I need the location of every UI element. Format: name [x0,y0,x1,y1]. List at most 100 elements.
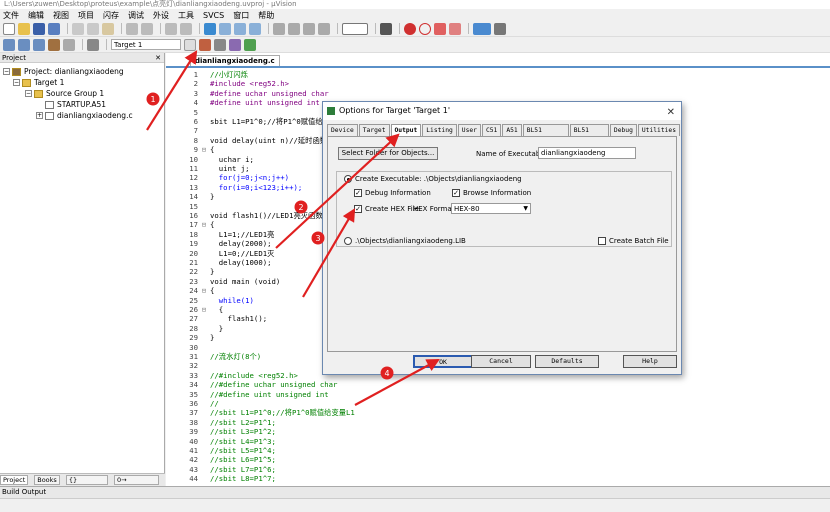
tab-project[interactable]: Project [0,475,29,485]
batch-build-icon[interactable] [48,38,60,51]
tab-user[interactable]: User [457,124,481,136]
pack-installer-icon[interactable] [244,38,256,51]
cut-icon[interactable] [72,22,84,35]
code-line[interactable]: 44 //sbit L8=P1^7; [166,474,276,483]
code-line[interactable]: 14} [166,192,214,201]
tab-utilities[interactable]: Utilities [637,124,680,136]
undo-icon[interactable] [126,22,138,35]
manage-project-icon[interactable] [199,38,211,51]
code-line[interactable]: 9 ⊟{ [166,145,215,154]
code-line[interactable]: 27 flash1(); [166,314,267,323]
redo-icon[interactable] [141,22,153,35]
code-line[interactable]: 39 //sbit L3=P1^2; [166,427,276,436]
paste-icon[interactable] [102,22,114,35]
tab-output[interactable]: Output [390,124,422,136]
code-line[interactable]: 2 #include <reg52.h> [166,79,289,88]
code-line[interactable]: 3 #define uchar unsigned char [166,89,329,98]
options-for-target-icon[interactable] [184,38,196,51]
code-line[interactable]: 5 [166,108,210,117]
collapse-icon[interactable]: − [3,68,10,75]
editor-tab[interactable]: dianliangxiaodeng.c [190,55,280,66]
code-line[interactable]: 18 L1=1;//LED1亮 [166,230,274,239]
code-line[interactable]: 36 // [166,399,219,408]
code-line[interactable]: 11 uint j; [166,164,249,173]
breakpoint-icon[interactable] [404,22,416,35]
code-line[interactable]: 43 //sbit L7=P1^6; [166,465,276,474]
code-line[interactable]: 38 //sbit L2=P1^1; [166,418,276,427]
help-button[interactable]: Help [623,355,677,368]
tree-project-root[interactable]: − Project: dianliangxiaodeng [3,67,124,76]
rebuild-icon[interactable] [33,38,45,51]
menu-help[interactable]: 帮助 [258,10,274,21]
window-layout-icon[interactable] [473,22,491,35]
code-line[interactable]: 17 ⊟{ [166,220,214,229]
select-folder-button[interactable]: Select Folder for Objects... [338,147,438,160]
collapse-icon[interactable]: − [25,90,32,97]
menu-window[interactable]: 窗口 [233,10,249,21]
code-line[interactable]: 34 //#define uchar unsigned char [166,380,337,389]
collapse-icon[interactable]: − [13,79,20,86]
code-line[interactable]: 15 [166,202,210,211]
code-line[interactable]: 20 L1=0;//LED1灭 [166,249,274,258]
close-icon[interactable]: ✕ [667,104,675,122]
code-line[interactable]: 41 //sbit L5=P1^4; [166,446,276,455]
tree-target[interactable]: − Target 1 [13,78,64,87]
menu-flash[interactable]: 闪存 [103,10,119,21]
rte-icon[interactable] [229,38,241,51]
cancel-button[interactable]: Cancel [471,355,531,368]
menu-debug[interactable]: 调试 [128,10,144,21]
copy-icon[interactable] [87,22,99,35]
translate-icon[interactable] [3,38,15,51]
menu-peripherals[interactable]: 外设 [153,10,169,21]
menu-svcs[interactable]: SVCS [203,11,224,20]
hex-format-select[interactable]: HEX-80 ▼ [451,203,531,214]
config-wrench-icon[interactable] [494,22,506,35]
new-file-icon[interactable] [3,22,15,35]
bookmark-next-icon[interactable] [234,22,246,35]
code-line[interactable]: 16 void flash1()//LED1亮灭函数 [166,211,322,220]
panel-close-icon[interactable]: ✕ [155,53,161,63]
select-pack-icon[interactable] [214,38,226,51]
tab-device[interactable]: Device [327,124,358,136]
code-line[interactable]: 30 [166,343,210,352]
bookmark-clear-icon[interactable] [249,22,261,35]
tree-file-main[interactable]: + dianliangxiaodeng.c [36,111,133,120]
tab-functions[interactable]: {} Functions [65,475,108,493]
code-line[interactable]: 12 for(j=0;j<n;j++) [166,173,289,182]
code-line[interactable]: 4 #define uint unsigned int [166,98,320,107]
breakpoint-disable-icon[interactable] [419,22,431,35]
ok-button[interactable]: OK [413,355,473,368]
tab-books[interactable]: Books [34,475,60,485]
tab-target[interactable]: Target [358,124,390,136]
expand-icon[interactable]: + [36,112,43,119]
fold-marker-icon[interactable]: ⊟ [198,305,210,314]
save-all-icon[interactable] [48,22,60,35]
create-library-radio[interactable] [344,237,352,245]
code-line[interactable]: 40 //sbit L4=P1^3; [166,437,276,446]
download-icon[interactable] [87,38,99,51]
find-icon[interactable] [380,22,392,35]
tab-templates[interactable]: 0→ Templates [113,475,159,493]
code-line[interactable]: 22} [166,267,214,276]
breakpoint-kill-icon[interactable] [449,22,461,35]
tree-source-group[interactable]: − Source Group 1 [25,89,104,98]
code-line[interactable]: 7 [166,126,210,135]
fold-marker-icon[interactable]: ⊟ [198,286,210,295]
tab-listing[interactable]: Listing [422,124,457,136]
code-line[interactable]: 6 sbit L1=P1^0;//将P1^0赋值给变量L1 [166,117,346,126]
code-line[interactable]: 13 for(i=0;i<123;i++); [166,183,302,192]
fold-marker-icon[interactable]: ⊟ [198,220,210,229]
create-batch-checkbox[interactable] [598,237,606,245]
bookmark-prev-icon[interactable] [219,22,231,35]
create-hex-checkbox[interactable]: ✓ [354,205,362,213]
target-select[interactable]: Target 1 [111,39,181,50]
code-line[interactable]: 19 delay(2000); [166,239,271,248]
tab-bl51-misc[interactable]: BL51 Misc [569,124,609,145]
name-executable-input[interactable]: dianliangxiaodeng [538,147,636,159]
code-line[interactable]: 29} [166,333,214,342]
code-line[interactable]: 21 delay(1000); [166,258,271,267]
menu-tools[interactable]: 工具 [178,10,194,21]
menu-edit[interactable]: 编辑 [28,10,44,21]
build-output-header[interactable]: Build Output [0,486,830,498]
code-line[interactable]: 31 //流水灯(8个) [166,352,261,361]
